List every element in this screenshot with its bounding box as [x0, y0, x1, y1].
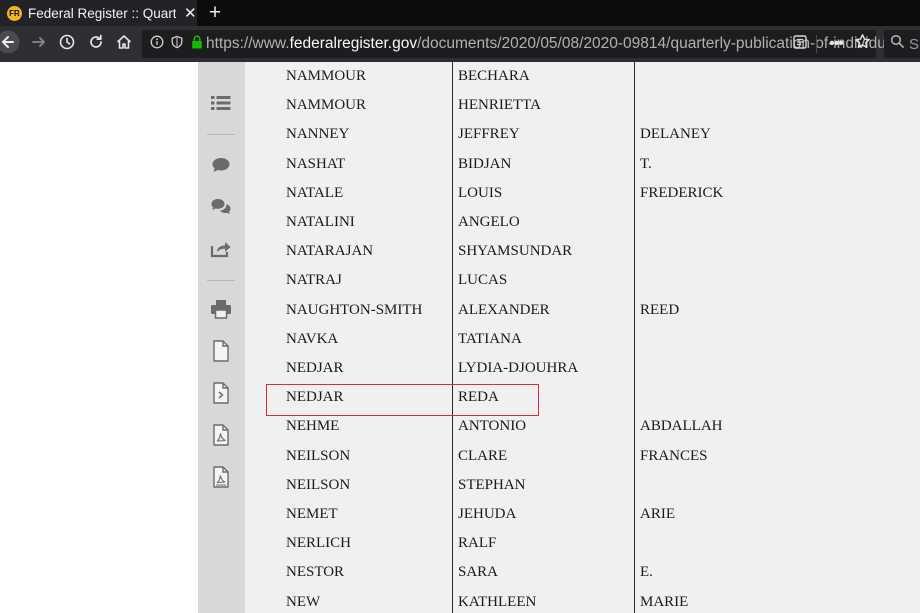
middle-name-cell: FRANCES — [640, 447, 708, 464]
info-icon[interactable] — [150, 35, 164, 54]
last-name-cell: NEILSON — [286, 476, 351, 493]
back-button[interactable] — [0, 26, 22, 62]
reader-view-icon — [792, 34, 808, 55]
middle-name-cell: ARIE — [640, 506, 675, 522]
first-name-cell: JEHUDA — [458, 506, 517, 522]
last-name-cell: NATALE — [286, 184, 344, 201]
url-scheme: https://www. — [206, 35, 290, 52]
search-placeholder: S — [909, 35, 920, 53]
first-name-cell: ANGELO — [458, 214, 520, 230]
last-name-cell: NAMMOUR — [286, 97, 367, 114]
home-button[interactable] — [111, 26, 137, 62]
first-name-cell: BECHARA — [458, 68, 530, 84]
bookmark-button[interactable] — [852, 34, 872, 54]
column-divider — [452, 62, 453, 613]
document-icon[interactable] — [210, 340, 232, 362]
shield-icon[interactable] — [170, 35, 184, 54]
first-name-cell: LUCAS — [458, 272, 508, 289]
sidebar-divider — [207, 134, 235, 135]
middle-name-cell: T. — [640, 155, 652, 172]
federal-register-favicon-icon: FR — [7, 5, 22, 21]
reload-icon — [87, 33, 105, 56]
back-icon — [0, 30, 20, 59]
first-name-cell: ALEXANDER — [458, 301, 550, 318]
first-name-cell: STEPHAN — [458, 476, 526, 493]
url-separator — [816, 35, 817, 53]
active-tab[interactable]: FR Federal Register :: Quarterly Publica… — [0, 0, 197, 26]
last-name-cell: NANNEY — [286, 126, 350, 143]
middle-name-cell: DELANEY — [640, 126, 711, 143]
first-name-cell: LYDIA-DJOUHRA — [458, 360, 579, 376]
new-tab-button[interactable]: + — [203, 0, 227, 26]
last-name-cell: NATRAJ — [286, 272, 342, 289]
document-tools-sidebar — [198, 62, 245, 613]
share-icon[interactable] — [210, 238, 232, 260]
middle-name-cell: REED — [640, 301, 680, 318]
first-name-cell: CLARE — [458, 447, 508, 464]
bookmark-star-icon — [854, 33, 871, 55]
close-tab-icon[interactable]: ✕ — [184, 4, 197, 22]
history-icon — [58, 33, 76, 56]
search-box[interactable]: S — [884, 30, 920, 58]
names-table: NAMMOUR BECHARA NAMMOUR HENRIETTA NANNEY JEFF… — [245, 62, 920, 613]
last-name-cell: NATALINI — [286, 214, 355, 230]
print-icon[interactable] — [210, 298, 232, 320]
last-name-cell: NATARAJAN — [286, 243, 374, 260]
middle-name-cell: E. — [640, 564, 653, 581]
middle-name-cell: FREDERICK — [640, 184, 724, 201]
last-name-cell: NEMET — [286, 506, 338, 522]
first-name-cell: JEFFREY — [458, 126, 520, 143]
first-name-cell: KATHLEEN — [458, 593, 537, 610]
first-name-cell: TATIANA — [458, 330, 522, 347]
first-name-cell: BIDJAN — [458, 155, 512, 172]
pdf-alt-icon[interactable] — [210, 466, 232, 488]
search-icon — [890, 34, 905, 54]
page-actions-menu-button[interactable]: ••• — [826, 34, 846, 54]
first-name-cell: SARA — [458, 564, 499, 581]
column-divider — [634, 62, 635, 613]
reload-button[interactable] — [83, 26, 109, 62]
web-page: NAMMOUR BECHARA NAMMOUR HENRIETTA NANNEY JEFF… — [0, 62, 920, 613]
last-name-cell: NAVKA — [286, 330, 339, 347]
last-name-cell: NEILSON — [286, 447, 351, 464]
highlighted-row-box — [266, 384, 539, 416]
pdf-icon[interactable] — [210, 424, 232, 446]
lock-icon[interactable] — [190, 34, 204, 55]
last-name-cell: NEHME — [286, 418, 340, 435]
forward-icon — [30, 33, 48, 56]
first-name-cell: HENRIETTA — [458, 97, 541, 114]
comments-icon[interactable] — [210, 196, 232, 218]
last-name-cell: NERLICH — [286, 535, 351, 552]
tab-strip: FR Federal Register :: Quarterly Publica… — [0, 0, 920, 26]
forward-button[interactable] — [26, 26, 52, 62]
navigation-toolbar: https://www.federalregister.gov/document… — [0, 26, 920, 62]
site-identity[interactable] — [150, 30, 204, 58]
tab-title: Federal Register :: Quarterly Publicatio… — [28, 5, 176, 21]
middle-name-cell: ABDALLAH — [640, 418, 723, 435]
last-name-cell: NAMMOUR — [286, 68, 367, 84]
comment-icon[interactable] — [210, 154, 232, 176]
table-of-contents-icon[interactable] — [210, 92, 232, 114]
last-name-cell: NESTOR — [286, 564, 345, 581]
reader-view-button[interactable] — [790, 34, 810, 54]
last-name-cell: NEDJAR — [286, 360, 344, 376]
first-name-cell: SHYAMSUNDAR — [458, 243, 573, 260]
document-text-icon[interactable] — [210, 382, 232, 404]
last-name-cell: NAUGHTON-SMITH — [286, 301, 423, 318]
last-name-cell: NEW — [286, 593, 321, 610]
first-name-cell: LOUIS — [458, 184, 503, 201]
sidebar-divider — [207, 280, 235, 281]
first-name-cell: ANTONIO — [458, 418, 527, 435]
history-button[interactable] — [54, 26, 80, 62]
home-icon — [115, 33, 133, 56]
url-bar[interactable]: https://www.federalregister.gov/document… — [142, 30, 902, 58]
first-name-cell: RALF — [458, 535, 497, 552]
last-name-cell: NASHAT — [286, 155, 346, 172]
middle-name-cell: MARIE — [640, 593, 689, 610]
url-host: federalregister.gov — [289, 35, 418, 52]
